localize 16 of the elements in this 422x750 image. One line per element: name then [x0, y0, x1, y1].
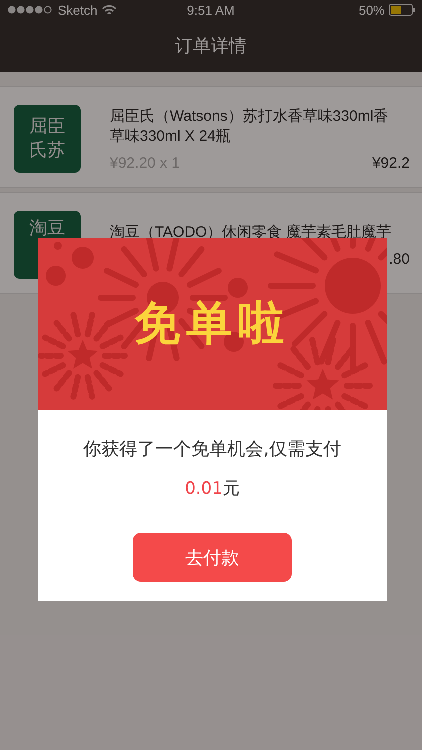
signal-icon [8, 6, 54, 14]
battery-icon [389, 4, 416, 16]
battery-percent: 50% [358, 2, 385, 18]
pay-amount: 0.01 [185, 479, 223, 499]
page-title: 订单详情 [175, 35, 247, 58]
brand-logo: 屈臣 氏苏 [14, 105, 81, 173]
banner-title: 免单啦 [134, 295, 290, 352]
item-total: ¥92.2 [372, 154, 410, 172]
carrier-name: Sketch [58, 2, 98, 18]
wifi-icon [102, 4, 117, 16]
pay-button[interactable]: 去付款 [133, 533, 292, 582]
item-total: .80 [389, 250, 410, 268]
product-title: 屈臣氏（Watsons）苏打水香草味330ml香草味330ml X 24瓶 [110, 106, 390, 146]
status-time: 9:51 AM [187, 2, 235, 18]
currency-unit: 元 [222, 479, 240, 499]
dialog-message: 你获得了一个免单机会,仅需支付 [84, 438, 342, 461]
